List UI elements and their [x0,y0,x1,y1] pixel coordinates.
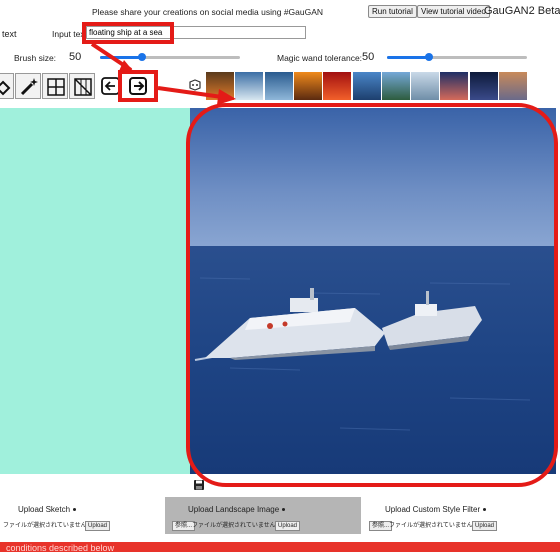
run-tutorial-button[interactable]: Run tutorial [368,5,417,18]
upload-landscape-label: Upload Landscape Image [188,505,286,514]
upload-sketch-label: Upload Sketch [18,505,77,514]
magic-wand-tolerance-slider-fill [387,56,429,59]
brush-size-value: 50 [69,51,82,63]
upload-sketch-button[interactable]: Upload [85,521,111,531]
segment-grid-icon [74,78,92,96]
segment-tool-button[interactable] [69,73,95,99]
magic-wand-tolerance-slider-handle[interactable] [425,53,433,61]
magic-wand-tolerance-label: Magic wand tolerance: [277,53,363,63]
style-thumbnail-lake-mountain[interactable] [235,72,264,100]
magic-wand-icon [20,78,38,96]
highlight-render-button [118,70,158,102]
upload-sketch-text: Upload Sketch [18,505,71,514]
sketch-canvas[interactable] [0,108,190,474]
style-thumbnail-red-dusk[interactable] [323,72,352,100]
footer-bar: conditions described below [0,542,560,552]
upload-style-filter-button[interactable]: Upload [472,521,498,531]
dot-icon [282,508,286,512]
style-thumbnail-warm-haze[interactable] [499,72,527,100]
save-output-button[interactable] [193,479,205,491]
magic-wand-tolerance-slider[interactable] [387,53,527,61]
style-thumbnail-snow-field[interactable] [411,72,440,100]
grid-tool-button[interactable] [42,73,68,99]
fill-tool-button[interactable] [0,73,14,99]
floppy-disk-icon [194,480,204,490]
text-mode-label: text [2,29,17,39]
random-dice-button[interactable] [187,77,203,93]
app-title: GauGAN2 Beta [484,5,560,17]
style-thumbnail-purple-dusk[interactable] [440,72,469,100]
style-thumbnail-orange-sunset[interactable] [293,72,322,100]
grid-icon [47,78,65,96]
dice-icon [189,79,201,91]
upload-style-filter-file-status: ファイルが選択されていません。 [389,523,479,529]
style-thumbnail-island-bay[interactable] [381,72,410,100]
dot-icon [73,508,77,512]
brush-size-slider-fill [100,56,142,59]
brush-size-slider[interactable] [100,53,240,61]
view-tutorial-video-button[interactable]: View tutorial video [417,5,490,18]
brush-size-label: Brush size: [14,53,57,63]
highlight-input-text [82,22,174,44]
brush-size-slider-handle[interactable] [138,53,146,61]
style-thumbnail-night-sky[interactable] [469,72,498,100]
style-thumbnail-sea-horizon[interactable] [352,72,381,100]
dot-icon [483,508,487,512]
highlight-output-image [186,103,558,487]
style-thumbnail-coast-blue[interactable] [264,72,293,100]
upload-landscape-text: Upload Landscape Image [188,505,280,514]
paint-bucket-icon [0,80,11,96]
share-notice: Please share your creations on social me… [92,7,324,17]
upload-style-filter-label: Upload Custom Style Filter [385,505,487,514]
magic-wand-tolerance-value: 50 [362,51,375,63]
upload-style-filter-text: Upload Custom Style Filter [385,505,481,514]
magic-wand-tool-button[interactable] [15,73,41,99]
style-thumbnail-sunset-field[interactable] [206,72,234,100]
upload-landscape-file-status: ファイルが選択されていません。 [192,523,282,529]
upload-sketch-file-status: ファイルが選択されていません。 [3,523,93,529]
footer-text: conditions described below [6,543,115,552]
upload-landscape-button[interactable]: Upload [275,521,301,531]
